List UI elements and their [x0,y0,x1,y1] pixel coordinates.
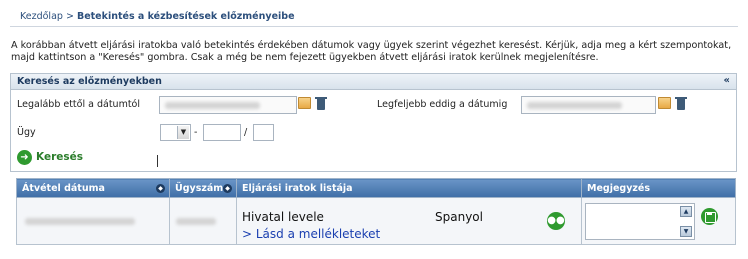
redacted-value [165,102,260,109]
from-date-field[interactable] [159,96,297,114]
people-icon[interactable]: ●● [547,212,565,230]
document-language: Spanyol [435,210,483,224]
note-textarea[interactable]: ▲ ▼ [585,203,695,240]
cell-note: ▲ ▼ [581,197,736,245]
breadcrumb-home-link[interactable]: Kezdőlap [20,11,63,22]
column-header-case-number[interactable]: Ügyszám ◆ [169,178,237,198]
scroll-up-icon[interactable]: ▲ [680,206,692,217]
save-icon[interactable] [701,208,718,225]
table-header-row: Átvétel dátuma ◆ Ügyszám ◆ Eljárási irat… [16,178,736,198]
breadcrumb-separator: > [65,11,74,22]
redacted-value [25,218,135,225]
breadcrumb-current: Betekintés a kézbesítések előzményeibe [76,11,295,22]
cell-case-number [169,197,237,245]
case-dash: - [194,127,198,138]
search-button-label: Keresés [36,151,83,163]
column-header-label: Megjegyzés [587,182,651,194]
calendar-icon[interactable] [298,97,311,109]
breadcrumb: Kezdőlap > Betekintés a kézbesítések elő… [20,11,295,22]
search-panel-title: Keresés az előzményekben [17,76,162,87]
cell-receipt-date [16,197,170,245]
case-type-select[interactable]: ▼ [160,124,191,141]
arrow-right-circle-icon: ➜ [17,150,32,165]
table-row: Hivatal levele Spanyol > Lásd a mellékle… [16,197,736,245]
to-date-field[interactable] [521,96,656,114]
column-header-receipt-date[interactable]: Átvétel dátuma ◆ [16,178,170,198]
text-cursor [157,155,158,167]
search-panel-header: Keresés az előzményekben « [11,74,736,90]
column-header-note: Megjegyzés [581,178,736,198]
column-header-label: Átvétel dátuma [22,182,105,194]
attachments-link[interactable]: > Lásd a mellékleteket [242,227,380,241]
calendar-icon[interactable] [658,97,671,109]
sort-icon[interactable]: ◆ [156,184,165,193]
scroll-down-icon[interactable]: ▼ [680,226,692,237]
column-header-documents: Eljárási iratok listája [236,178,582,198]
sort-icon[interactable]: ◆ [223,184,232,193]
search-panel: Keresés az előzményekben « [10,73,737,172]
case-year-input[interactable] [253,124,274,141]
cell-documents: Hivatal levele Spanyol > Lásd a mellékle… [236,197,582,245]
document-name: Hivatal levele [242,210,324,224]
from-date-label: Legalább ettől a dátumtól [17,99,140,110]
case-label: Ügy [17,127,36,138]
results-table: Átvétel dátuma ◆ Ügyszám ◆ Eljárási irat… [16,178,736,245]
trash-icon[interactable] [315,97,327,110]
collapse-icon[interactable]: « [724,75,730,86]
breadcrumb-divider [10,26,738,27]
intro-text: A korábban átvett eljárási iratokba való… [11,40,732,63]
column-header-label: Ügyszám [175,182,224,194]
column-header-label: Eljárási iratok listája [242,182,353,194]
case-slash: / [244,127,248,138]
case-number-input[interactable] [203,124,241,141]
redacted-value [176,218,216,225]
chevron-down-icon: ▼ [177,126,189,139]
trash-icon[interactable] [675,97,687,110]
to-date-label: Legfeljebb eddig a dátumig [377,99,508,110]
redacted-value [527,102,622,109]
